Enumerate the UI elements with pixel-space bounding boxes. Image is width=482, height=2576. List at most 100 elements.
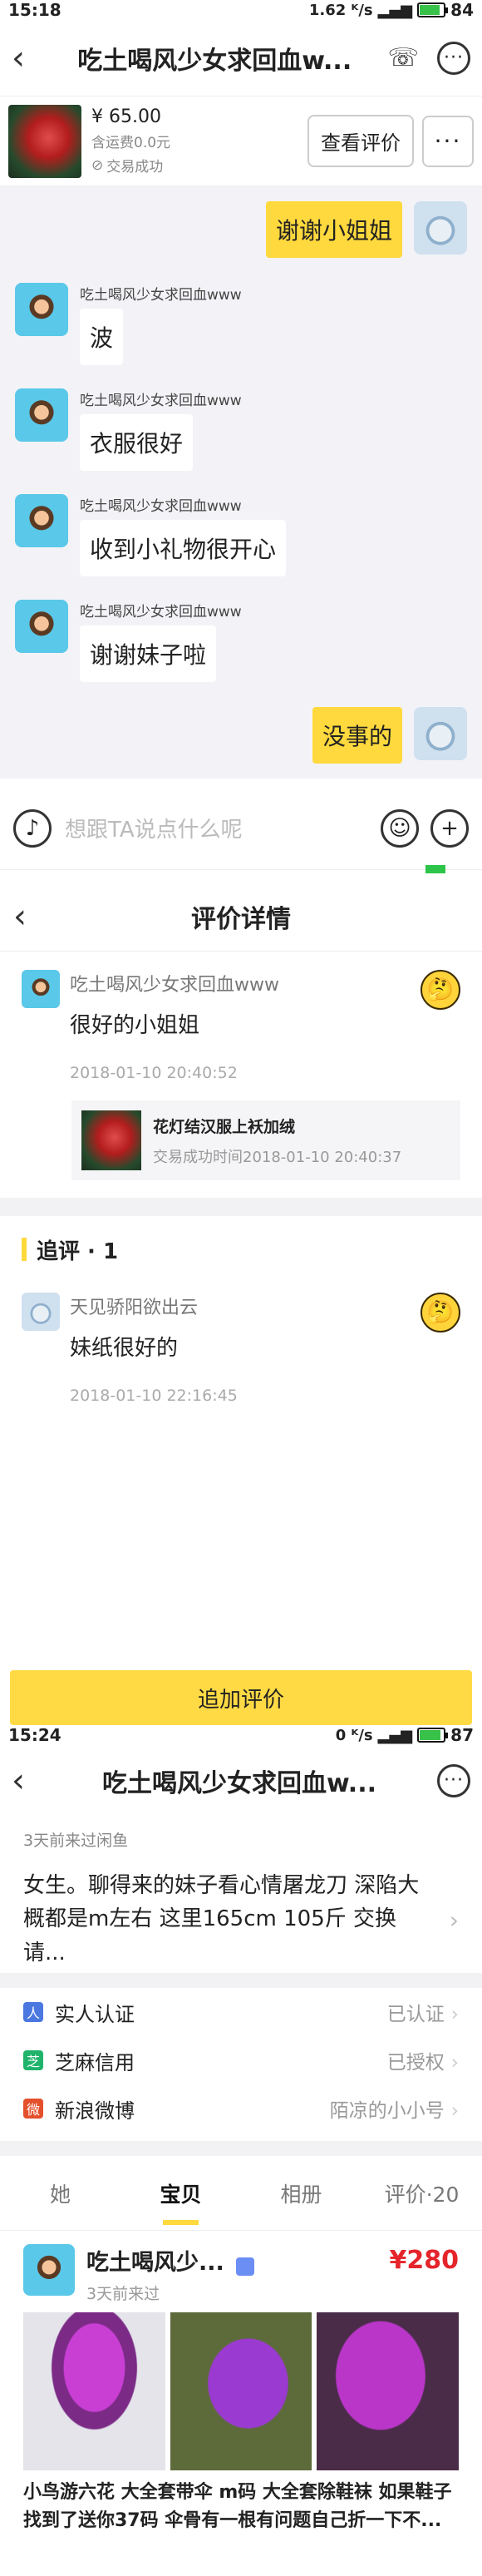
listing-photos xyxy=(0,2312,482,2470)
review-title: 评价详情 xyxy=(191,904,291,934)
product-bar: ¥ 65.00 含运费0.0元 ⊘ 交易成功 查看评价 ··· xyxy=(0,96,482,186)
message-row: 吃土喝风少女求回血www 谢谢妹子啦 xyxy=(0,600,482,682)
chevron-right-icon: › xyxy=(449,1906,459,1934)
sender-avatar[interactable] xyxy=(15,388,68,442)
message-input[interactable]: 想跟TA说点什么呢 xyxy=(65,813,381,843)
profile-title: 吃土喝风少女求回血w... xyxy=(102,1769,376,1798)
message-row: 吃土喝风少女求回血www 波 xyxy=(0,283,482,365)
section-gap xyxy=(0,2141,482,2156)
back-icon[interactable]: ‹ xyxy=(12,1764,42,1797)
sender-name: 吃土喝风少女求回血www xyxy=(80,604,242,621)
chevron-right-icon: › xyxy=(450,2100,459,2122)
auth-row-weibo[interactable]: 微 新浪微博 陌凉的小小号 › xyxy=(0,2084,482,2133)
add-followup-button[interactable]: 追加评价 xyxy=(10,1670,472,1725)
thinking-emoji-icon: 🤔 xyxy=(421,970,460,1010)
listing-photo[interactable] xyxy=(317,2312,460,2470)
sesame-icon: 芝 xyxy=(23,2050,43,2070)
signal-icon: ▂▄▆ xyxy=(377,1726,413,1744)
emoji-icon[interactable]: ☺ xyxy=(381,808,419,848)
chat-title: 吃土喝风少女求回血w... xyxy=(77,46,352,76)
auth-value: 已授权 xyxy=(386,2052,445,2074)
profile-bio[interactable]: 女生。聊得来的妹子看心情屠龙刀 深陷大概都是m左右 这里165cm 105斤 交… xyxy=(23,1869,459,1970)
network-speed: 1.62 ᴷ/s xyxy=(308,1,373,19)
tab-her[interactable]: 她 xyxy=(0,2156,120,2230)
person-icon: 人 xyxy=(23,2002,43,2022)
chevron-right-icon: › xyxy=(450,2052,459,2074)
seller-last-seen: 3天前来过 xyxy=(86,2285,160,2303)
check-circle-icon: ⊘ xyxy=(91,156,104,174)
section-gap xyxy=(0,1198,482,1216)
status-time: 15:18 xyxy=(8,0,61,20)
listing-photo[interactable] xyxy=(23,2312,165,2470)
chevron-right-icon: › xyxy=(450,2004,459,2025)
more-menu-icon[interactable]: ··· xyxy=(437,41,470,75)
auth-value: 陌凉的小小号 xyxy=(329,2100,445,2122)
weibo-icon: 微 xyxy=(23,2099,43,2119)
listing-card[interactable]: 吃土喝风少... 3天前来过 ¥280 小鸟游六花 大全套带伞 m码 大全套除鞋… xyxy=(0,2231,482,2576)
my-avatar[interactable] xyxy=(414,707,467,760)
my-avatar[interactable] xyxy=(414,201,467,255)
auth-label: 新浪微博 xyxy=(55,2099,135,2123)
seller-avatar[interactable] xyxy=(23,2244,75,2296)
more-menu-icon[interactable]: ··· xyxy=(437,1764,470,1797)
tab-items[interactable]: 宝贝 xyxy=(120,2156,241,2230)
message-row: 没事的 xyxy=(0,707,482,764)
product-more-button[interactable]: ··· xyxy=(422,115,474,167)
message-bubble[interactable]: 没事的 xyxy=(312,707,402,764)
battery-icon xyxy=(417,2,449,17)
review-text: 很好的小姐姐 xyxy=(70,1013,200,1038)
listing-photo[interactable] xyxy=(170,2312,312,2470)
profile-tabs: 她 宝贝 相册 评价·20 xyxy=(0,2156,482,2231)
reviewer-name[interactable]: 天见骄阳欲出云 xyxy=(70,1293,460,1319)
goods-title: 花灯结汉服上袄加绒 xyxy=(153,1117,296,1136)
review-header: ‹ 评价详情 xyxy=(0,882,482,952)
listing-description: 小鸟游六花 大全套带伞 m码 大全套除鞋袜 如果鞋子找到了送你37码 伞骨有一根… xyxy=(23,2482,452,2532)
sender-name: 吃土喝风少女求回血www xyxy=(80,287,242,304)
message-bubble[interactable]: 谢谢小姐姐 xyxy=(265,201,402,258)
section-gap xyxy=(0,1973,482,1988)
listing-price: ¥280 xyxy=(389,2246,460,2275)
sender-avatar[interactable] xyxy=(15,283,68,336)
message-bubble[interactable]: 谢谢妹子啦 xyxy=(80,625,217,682)
product-thumbnail[interactable] xyxy=(8,104,81,178)
reviewer-name[interactable]: 吃土喝风少女求回血www xyxy=(70,970,460,996)
message-bubble[interactable]: 衣服很好 xyxy=(80,414,194,471)
tab-reviews[interactable]: 评价·20 xyxy=(362,2156,482,2230)
goods-deal-time: 交易成功时间2018-01-10 20:40:37 xyxy=(153,1148,402,1166)
profile-header: ‹ 吃土喝风少女求回血w... ··· xyxy=(0,1745,482,1817)
status-time: 15:24 xyxy=(8,1725,61,1745)
followup-label: 追评 · 1 xyxy=(37,1239,119,1264)
product-price: ¥ 65.00 xyxy=(91,106,161,127)
microphone-icon[interactable]: ♪ xyxy=(13,808,52,848)
add-icon[interactable]: + xyxy=(430,808,469,848)
phone-icon[interactable]: ☏ xyxy=(387,43,419,72)
review-followup: 天见骄阳欲出云 妹纸很好的 2018-01-10 22:16:45 🤔 xyxy=(0,1286,482,1405)
followup-header: 追评 · 1 xyxy=(0,1216,482,1283)
message-bubble[interactable]: 收到小礼物很开心 xyxy=(80,520,287,576)
auth-row-realname[interactable]: 人 实人认证 已认证 › xyxy=(0,1988,482,2036)
seller-name[interactable]: 吃土喝风少... xyxy=(86,2250,224,2276)
network-speed: 0 ᴷ/s xyxy=(335,1726,373,1744)
sender-name: 吃土喝风少女求回血www xyxy=(80,393,242,409)
message-row: 谢谢小姐姐 xyxy=(0,201,482,258)
sender-name: 吃土喝风少女求回血www xyxy=(80,498,242,515)
back-icon[interactable]: ‹ xyxy=(12,42,42,75)
sender-avatar[interactable] xyxy=(15,600,68,653)
chat-area: 谢谢小姐姐 吃土喝风少女求回血www 波 吃土喝风少女求回血www 衣服很好 吃土喝… xyxy=(0,186,482,779)
reviewer-avatar[interactable] xyxy=(22,970,60,1008)
review-main: 吃土喝风少女求回血www 很好的小姐姐 2018-01-10 20:40:52 … xyxy=(0,952,482,1196)
thinking-emoji-icon: 🤔 xyxy=(421,1293,460,1332)
sender-avatar[interactable] xyxy=(15,494,68,547)
auth-list: 人 实人认证 已认证 › 芝 芝麻信用 已授权 › 微 新浪微博 陌凉的小小号 › xyxy=(0,1988,482,2133)
message-bubble[interactable]: 波 xyxy=(80,309,124,365)
message-row: 吃土喝风少女求回血www 收到小礼物很开心 xyxy=(0,494,482,576)
goods-thumbnail xyxy=(81,1110,141,1170)
goods-card[interactable]: 花灯结汉服上袄加绒 交易成功时间2018-01-10 20:40:37 xyxy=(71,1100,460,1180)
review-time: 2018-01-10 20:40:52 xyxy=(70,1064,238,1082)
view-review-button[interactable]: 查看评价 xyxy=(307,115,414,167)
tab-album[interactable]: 相册 xyxy=(241,2156,362,2230)
reviewer-avatar[interactable] xyxy=(22,1293,60,1331)
status-bar: 15:24 0 ᴷ/s ▂▄▆ 87 xyxy=(0,1725,482,1745)
auth-row-sesame[interactable]: 芝 芝麻信用 已授权 › xyxy=(0,2036,482,2084)
back-icon[interactable]: ‹ xyxy=(13,900,43,933)
